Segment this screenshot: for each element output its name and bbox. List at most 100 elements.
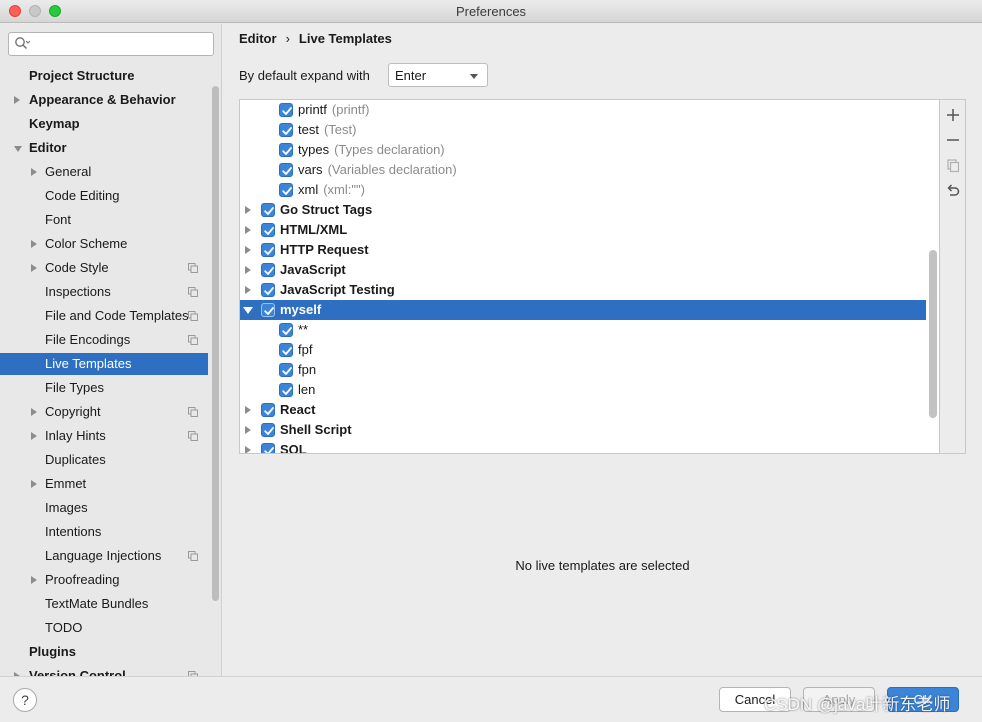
sidebar-item-project-structure[interactable]: Project Structure [0,65,208,87]
template-group-row[interactable]: JavaScript Testing [240,280,926,300]
template-row[interactable]: len [240,380,926,400]
template-checkbox[interactable] [261,303,275,317]
sidebar-item-general[interactable]: General [0,161,208,183]
template-checkbox[interactable] [261,403,275,417]
template-checkbox[interactable] [279,143,293,157]
sidebar-item-file-types[interactable]: File Types [0,377,208,399]
template-checkbox[interactable] [279,103,293,117]
chevron-right-icon[interactable] [245,446,251,453]
sidebar-item-label: Font [45,212,72,227]
template-row[interactable]: printf (printf) [240,100,926,120]
sidebar-item-file-encodings[interactable]: File Encodings [0,329,208,351]
template-description: (Test) [323,122,357,137]
settings-search-box[interactable] [8,32,214,56]
template-row[interactable]: fpf [240,340,926,360]
chevron-right-icon[interactable] [31,432,37,440]
template-group-row[interactable]: React [240,400,926,420]
sidebar-item-emmet[interactable]: Emmet [0,473,208,495]
template-checkbox[interactable] [261,423,275,437]
template-group-row[interactable]: SQL [240,440,926,453]
sidebar-item-code-style[interactable]: Code Style [0,257,208,279]
template-group-row[interactable]: HTTP Request [240,240,926,260]
sidebar-item-inlay-hints[interactable]: Inlay Hints [0,425,208,447]
sidebar-item-font[interactable]: Font [0,209,208,231]
sidebar-item-keymap[interactable]: Keymap [0,113,208,135]
expand-with-label: By default expand with [239,68,370,83]
sidebar-item-editor[interactable]: Editor [0,137,208,159]
template-row[interactable]: vars (Variables declaration) [240,160,926,180]
breadcrumb-parent[interactable]: Editor [239,31,277,46]
template-checkbox[interactable] [261,263,275,277]
template-checkbox[interactable] [261,243,275,257]
chevron-right-icon[interactable] [31,480,37,488]
template-group-row[interactable]: myself [240,300,926,320]
chevron-right-icon[interactable] [31,576,37,584]
sidebar-item-intentions[interactable]: Intentions [0,521,208,543]
template-row[interactable]: ** [240,320,926,340]
watermark: CSDN @java叶新东老师 [764,695,951,714]
settings-search-input[interactable] [37,35,207,53]
sidebar-item-textmate-bundles[interactable]: TextMate Bundles [0,593,208,615]
project-settings-icon [188,263,198,273]
template-abbreviation: JavaScript Testing [280,282,395,297]
template-checkbox[interactable] [279,363,293,377]
sidebar-item-plugins[interactable]: Plugins [0,641,208,663]
template-checkbox[interactable] [261,223,275,237]
chevron-right-icon[interactable] [14,96,20,104]
sidebar-item-label: Copyright [45,404,101,419]
chevron-right-icon[interactable] [245,266,251,274]
sidebar-item-appearance-behavior[interactable]: Appearance & Behavior [0,89,208,111]
chevron-down-icon[interactable] [243,307,253,314]
template-checkbox[interactable] [279,123,293,137]
sidebar-item-inspections[interactable]: Inspections [0,281,208,303]
template-checkbox[interactable] [279,343,293,357]
template-checkbox[interactable] [279,383,293,397]
sidebar-item-version-control[interactable]: Version Control [0,665,208,676]
sidebar-item-file-and-code-templates[interactable]: File and Code Templates [0,305,208,327]
copy-template-icon[interactable] [944,156,962,174]
chevron-down-icon[interactable] [14,146,22,152]
sidebar-item-live-templates[interactable]: Live Templates [0,353,208,375]
sidebar-item-todo[interactable]: TODO [0,617,208,639]
restore-defaults-icon[interactable] [944,181,962,199]
sidebar-item-code-editing[interactable]: Code Editing [0,185,208,207]
template-group-row[interactable]: Shell Script [240,420,926,440]
chevron-right-icon[interactable] [31,408,37,416]
template-group-row[interactable]: JavaScript [240,260,926,280]
live-templates-tree[interactable]: printf (printf) test (Test) types (Types decl… [239,99,940,454]
template-group-row[interactable]: HTML/XML [240,220,926,240]
template-checkbox[interactable] [261,203,275,217]
sidebar-item-duplicates[interactable]: Duplicates [0,449,208,471]
template-name: fpn [298,360,316,380]
sidebar-scrollbar[interactable] [212,86,219,601]
sidebar-item-copyright[interactable]: Copyright [0,401,208,423]
template-row[interactable]: test (Test) [240,120,926,140]
add-template-icon[interactable] [944,106,962,124]
chevron-right-icon[interactable] [245,286,251,294]
sidebar-item-color-scheme[interactable]: Color Scheme [0,233,208,255]
sidebar-item-proofreading[interactable]: Proofreading [0,569,208,591]
expand-with-select[interactable]: Enter [388,63,488,87]
chevron-right-icon[interactable] [31,264,37,272]
template-group-row[interactable]: Go Struct Tags [240,200,926,220]
template-row[interactable]: xml (xml:"") [240,180,926,200]
chevron-right-icon[interactable] [245,406,251,414]
remove-template-icon[interactable] [944,131,962,149]
tree-scrollbar[interactable] [929,250,937,418]
chevron-right-icon[interactable] [245,246,251,254]
template-checkbox[interactable] [261,443,275,453]
help-button[interactable]: ? [13,688,37,712]
template-row[interactable]: types (Types declaration) [240,140,926,160]
template-row[interactable]: fpn [240,360,926,380]
template-checkbox[interactable] [279,183,293,197]
chevron-right-icon[interactable] [245,206,251,214]
template-checkbox[interactable] [279,163,293,177]
template-checkbox[interactable] [261,283,275,297]
chevron-right-icon[interactable] [245,426,251,434]
chevron-right-icon[interactable] [31,240,37,248]
chevron-right-icon[interactable] [245,226,251,234]
sidebar-item-language-injections[interactable]: Language Injections [0,545,208,567]
chevron-right-icon[interactable] [31,168,37,176]
template-checkbox[interactable] [279,323,293,337]
sidebar-item-images[interactable]: Images [0,497,208,519]
